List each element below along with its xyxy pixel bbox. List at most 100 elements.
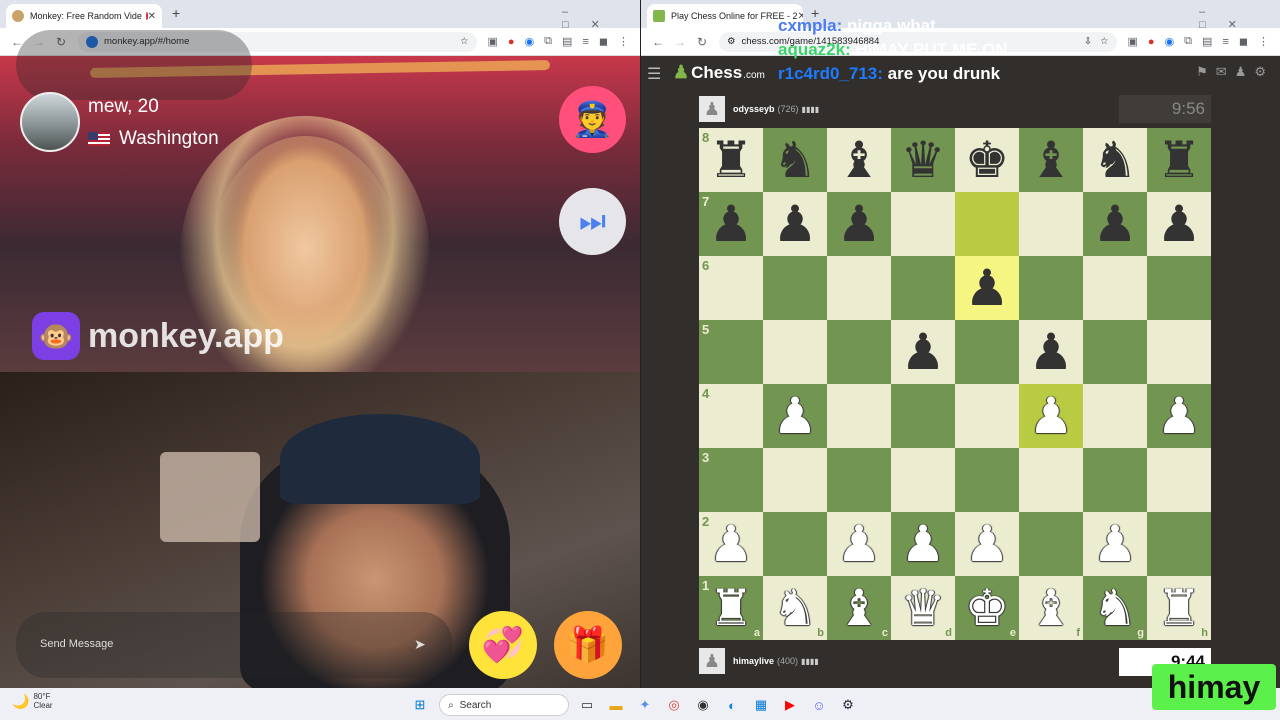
tab-monkey[interactable]: Monkey: Free Random Vide ✕: [6, 4, 162, 28]
extension-badge-icon[interactable]: ●: [508, 36, 515, 48]
square-c6[interactable]: [827, 256, 891, 320]
square-f4[interactable]: ♟: [1019, 384, 1083, 448]
square-d3[interactable]: [891, 448, 955, 512]
black-rook-piece[interactable]: ♜: [1157, 135, 1202, 185]
square-c1[interactable]: c ♝: [827, 576, 891, 640]
white-pawn-piece[interactable]: ♟: [1157, 391, 1202, 441]
square-b2[interactable]: [763, 512, 827, 576]
square-e2[interactable]: ♟: [955, 512, 1019, 576]
white-bishop-piece[interactable]: ♝: [837, 583, 882, 633]
media-icon[interactable]: ≡: [1222, 36, 1228, 48]
square-c5[interactable]: [827, 320, 891, 384]
black-king-piece[interactable]: ♚: [965, 135, 1010, 185]
square-g1[interactable]: g ♞: [1083, 576, 1147, 640]
square-g7[interactable]: ♟: [1083, 192, 1147, 256]
bookmark-star-icon[interactable]: ☆: [460, 36, 469, 47]
square-a5[interactable]: 5: [699, 320, 763, 384]
square-h8[interactable]: ♜: [1147, 128, 1211, 192]
white-king-piece[interactable]: ♚: [965, 583, 1010, 633]
reload-icon[interactable]: ↻: [691, 35, 713, 49]
white-knight-piece[interactable]: ♞: [1093, 583, 1138, 633]
white-bishop-piece[interactable]: ♝: [1029, 583, 1074, 633]
black-knight-piece[interactable]: ♞: [1093, 135, 1138, 185]
square-f8[interactable]: ♝: [1019, 128, 1083, 192]
hamburger-menu-icon[interactable]: ☰: [647, 64, 661, 84]
square-a4[interactable]: 4: [699, 384, 763, 448]
extension-badge-icon[interactable]: ●: [1148, 36, 1155, 48]
menu-icon[interactable]: ⋮: [1258, 35, 1269, 48]
store-icon[interactable]: ▦: [751, 696, 771, 714]
steam-icon[interactable]: ⚙: [838, 696, 858, 714]
square-b7[interactable]: ♟: [763, 192, 827, 256]
site-info-icon[interactable]: ⚙: [727, 36, 736, 47]
install-icon[interactable]: ⇩: [1084, 36, 1092, 47]
square-e6[interactable]: ♟: [955, 256, 1019, 320]
chrome-icon[interactable]: ◎: [664, 696, 684, 714]
black-pawn-piece[interactable]: ♟: [901, 327, 946, 377]
file-explorer-icon[interactable]: ▬: [606, 696, 626, 714]
white-pawn-piece[interactable]: ♟: [837, 519, 882, 569]
bookmark-star-icon[interactable]: ☆: [1100, 36, 1109, 47]
send-icon[interactable]: ➤: [414, 636, 426, 653]
heart-button[interactable]: 💞: [469, 611, 537, 679]
square-a3[interactable]: 3: [699, 448, 763, 512]
gift-button[interactable]: 🎁: [554, 611, 622, 679]
black-rook-piece[interactable]: ♜: [709, 135, 754, 185]
extensions-puzzle-icon[interactable]: ⧉: [1184, 35, 1192, 48]
square-c4[interactable]: [827, 384, 891, 448]
square-d4[interactable]: [891, 384, 955, 448]
square-d8[interactable]: ♛: [891, 128, 955, 192]
menu-icon[interactable]: ⋮: [618, 35, 629, 48]
square-g2[interactable]: ♟: [1083, 512, 1147, 576]
copilot-icon[interactable]: ✦: [635, 696, 655, 714]
extensions-puzzle-icon[interactable]: ⧉: [544, 35, 552, 48]
white-pawn-piece[interactable]: ♟: [1029, 391, 1074, 441]
black-pawn-piece[interactable]: ♟: [965, 263, 1010, 313]
edge-icon[interactable]: ◐: [722, 696, 742, 714]
black-bishop-piece[interactable]: ♝: [1029, 135, 1074, 185]
square-c7[interactable]: ♟: [827, 192, 891, 256]
square-b6[interactable]: [763, 256, 827, 320]
peer-avatar[interactable]: [20, 92, 80, 152]
sidepanel-icon[interactable]: ▤: [1202, 35, 1212, 48]
chess-board[interactable]: 8 ♜ ♞ ♝ ♛ ♚ ♝ ♞ ♜ 7 ♟ ♟ ♟ ♟ ♟ 6 ♟ 5 ♟ ♟ 4 ♟ ♟ ♟ 3 2 ♟ ♟ ♟ ♟ ♟ 1 a ♜ b ♞ c ♝ d ♛…: [699, 128, 1211, 640]
square-g3[interactable]: [1083, 448, 1147, 512]
sidepanel-icon[interactable]: ▤: [562, 35, 572, 48]
profile-icon[interactable]: ◼: [599, 35, 608, 48]
square-f2[interactable]: [1019, 512, 1083, 576]
square-e7[interactable]: [955, 192, 1019, 256]
black-pawn-piece[interactable]: ♟: [709, 199, 754, 249]
square-h1[interactable]: h ♜: [1147, 576, 1211, 640]
square-d2[interactable]: ♟: [891, 512, 955, 576]
white-knight-piece[interactable]: ♞: [773, 583, 818, 633]
square-e3[interactable]: [955, 448, 1019, 512]
square-b1[interactable]: b ♞: [763, 576, 827, 640]
square-g6[interactable]: [1083, 256, 1147, 320]
square-d5[interactable]: ♟: [891, 320, 955, 384]
black-pawn-piece[interactable]: ♟: [1157, 199, 1202, 249]
square-h5[interactable]: [1147, 320, 1211, 384]
header-icons[interactable]: ⚑✉♟⚙: [1196, 64, 1274, 80]
extension-icon[interactable]: ▣: [1128, 35, 1138, 48]
square-b8[interactable]: ♞: [763, 128, 827, 192]
task-view-icon[interactable]: ▭: [577, 696, 597, 714]
start-icon[interactable]: ⊞: [410, 696, 430, 714]
square-e4[interactable]: [955, 384, 1019, 448]
black-queen-piece[interactable]: ♛: [901, 135, 946, 185]
black-pawn-piece[interactable]: ♟: [837, 199, 882, 249]
square-f6[interactable]: [1019, 256, 1083, 320]
white-rook-piece[interactable]: ♜: [709, 583, 754, 633]
square-h6[interactable]: [1147, 256, 1211, 320]
square-a2[interactable]: 2 ♟: [699, 512, 763, 576]
white-pawn-piece[interactable]: ♟: [709, 519, 754, 569]
obs-icon[interactable]: ◉: [693, 696, 713, 714]
square-g4[interactable]: [1083, 384, 1147, 448]
square-e1[interactable]: e ♚: [955, 576, 1019, 640]
weather-widget[interactable]: 🌙 80°F Clear: [12, 692, 53, 710]
square-h2[interactable]: [1147, 512, 1211, 576]
square-f5[interactable]: ♟: [1019, 320, 1083, 384]
square-c3[interactable]: [827, 448, 891, 512]
square-c8[interactable]: ♝: [827, 128, 891, 192]
square-g8[interactable]: ♞: [1083, 128, 1147, 192]
white-pawn-piece[interactable]: ♟: [965, 519, 1010, 569]
